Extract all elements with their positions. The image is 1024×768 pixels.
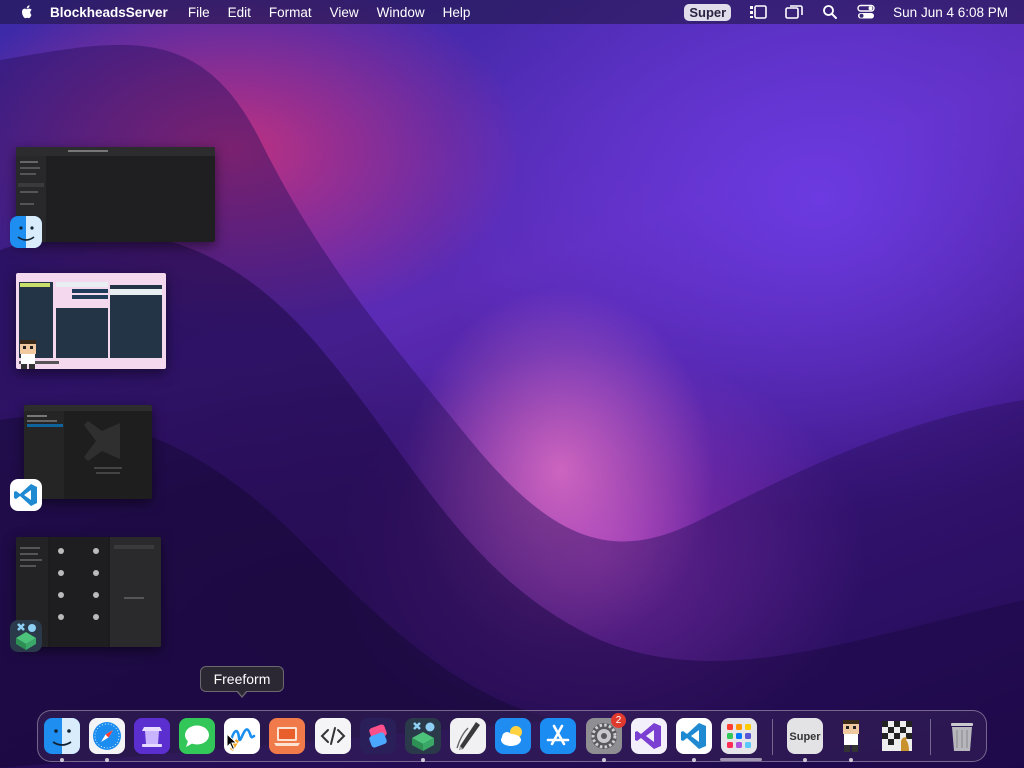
dock-weather[interactable] [495,718,531,754]
dock-finder[interactable] [44,718,80,754]
weather-icon [495,718,531,754]
menu-file[interactable]: File [188,5,210,20]
super-icon: Super [787,718,823,754]
menu-bar: BlockheadsServer File Edit Format View W… [0,0,1024,24]
dock-code-editor[interactable] [315,718,351,754]
dock-super[interactable]: Super [787,718,823,754]
menu-help[interactable]: Help [443,5,471,20]
blockheads-icon [10,620,42,652]
dock-trash[interactable] [944,718,980,754]
dock-laptop-app[interactable] [269,718,305,754]
blockheads-server-icon [843,720,859,752]
dock-shortcuts[interactable] [360,718,396,754]
running-indicator [105,758,109,762]
dock-blockheads[interactable] [405,718,441,754]
blockheads-icon [405,718,441,754]
vscode-icon [10,479,42,511]
code-editor-icon [315,718,351,754]
running-indicator [692,758,696,762]
menu-edit[interactable]: Edit [228,5,251,20]
dock-messages[interactable] [179,718,215,754]
mouse-cursor-icon [226,733,238,751]
trash-icon [951,723,973,751]
dock-separator [930,719,931,755]
vscode-window-thumbnail[interactable] [24,405,152,499]
dock-vscode[interactable] [676,718,712,754]
stage-manager-icon[interactable] [749,4,767,20]
messages-icon [179,718,215,754]
running-indicator [803,758,807,762]
running-indicator [602,758,606,762]
app-store-icon [540,718,576,754]
apple-menu-icon[interactable] [18,3,36,21]
finder-icon [44,718,80,754]
dock-scroll-indicator [720,758,762,761]
finder-icon [10,216,42,248]
menu-view[interactable]: View [330,5,359,20]
laptop-icon [269,718,305,754]
menu-bar-clock[interactable]: Sun Jun 4 6:08 PM [893,5,1008,20]
settings-notification-badge: 2 [611,713,626,728]
vscode-icon [676,718,712,754]
menu-bar-status-area: Super Sun Jun 4 6:08 PM [684,0,1008,24]
safari-icon [89,718,125,754]
dock-visual-studio[interactable] [631,718,667,754]
finder-window-thumbnail[interactable] [16,147,215,242]
dock-blockheads-server[interactable] [833,718,869,754]
launchpad-icon [721,718,757,754]
dock-podium[interactable] [134,718,170,754]
spotlight-search-icon[interactable] [821,4,839,20]
dock-tooltip-label: Freeform [213,671,271,687]
control-center-icon[interactable] [857,4,875,20]
shortcuts-icon [360,718,396,754]
menu-app-name[interactable]: BlockheadsServer [50,5,168,20]
dock-tooltip: Freeform [200,666,284,692]
running-indicator [849,758,853,762]
menu-window[interactable]: Window [377,5,425,20]
podium-icon [134,718,170,754]
dock-script-editor[interactable] [450,718,486,754]
menu-format[interactable]: Format [269,5,312,20]
running-indicator [421,758,425,762]
wallpaper-waves [0,44,1024,768]
screen-mirroring-icon[interactable] [785,4,803,20]
dock-launchpad[interactable] [721,718,757,754]
dock-separator [772,719,773,755]
running-indicator [60,758,64,762]
dock-safari[interactable] [89,718,125,754]
super-status-item[interactable]: Super [684,3,732,21]
dock: Super [37,710,987,762]
super-icon-label: Super [789,731,821,743]
tooltip-arrow-fill [237,690,247,696]
chess-icon [882,721,912,751]
dock-app-store[interactable] [540,718,576,754]
script-editor-icon [450,718,486,754]
visual-studio-icon [631,718,667,754]
blockheads-server-icon [20,340,36,369]
dock-chess[interactable] [879,718,915,754]
